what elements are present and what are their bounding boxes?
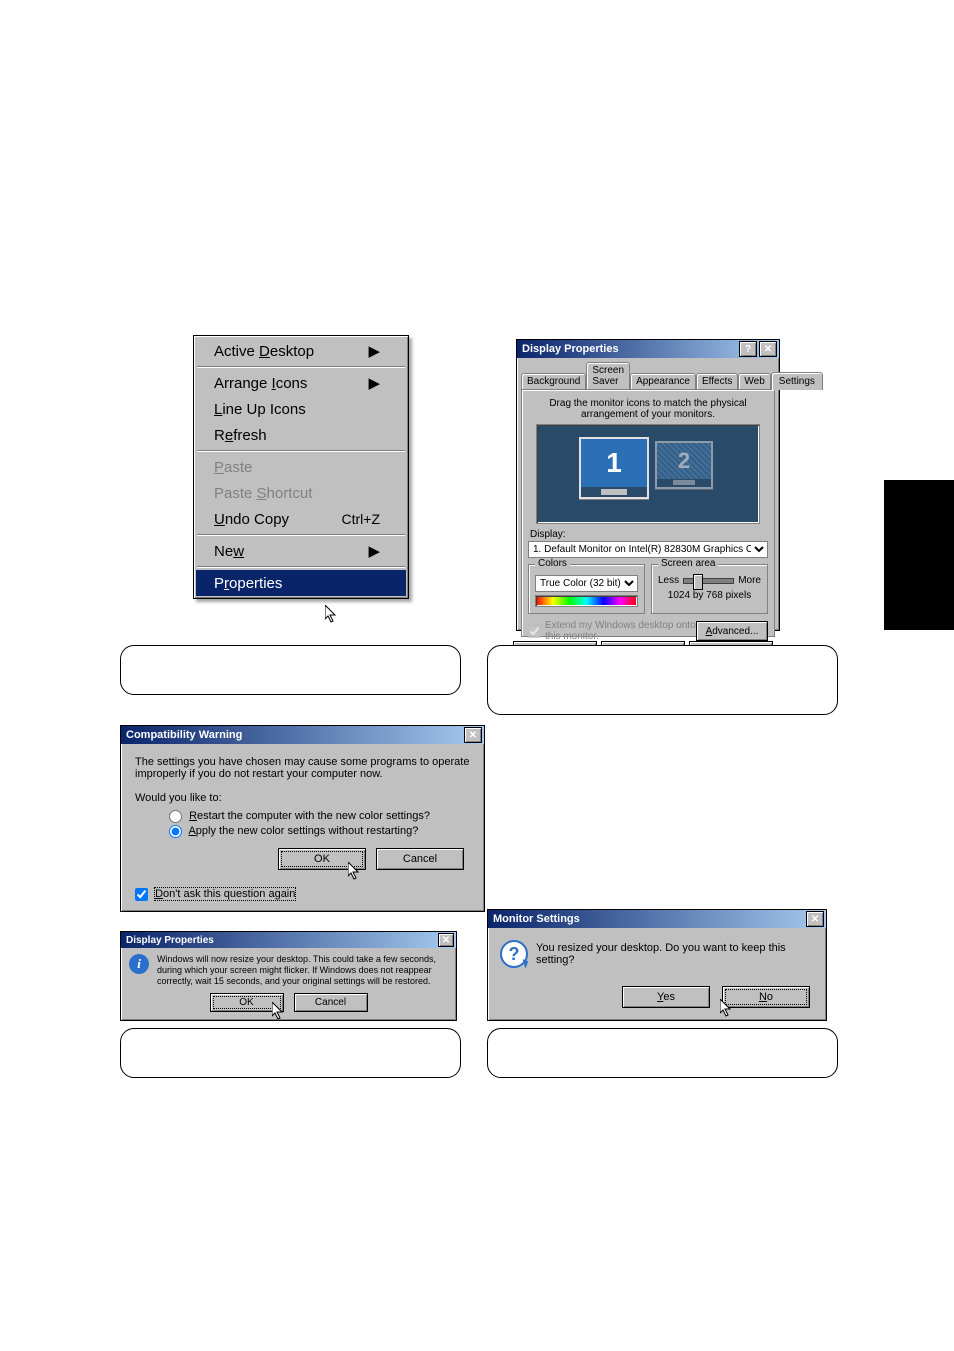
menu-new[interactable]: New▶ — [196, 538, 406, 564]
caption-box-1 — [120, 645, 461, 695]
yes-button[interactable]: Yes — [622, 986, 710, 1008]
caption-box-4 — [487, 1028, 838, 1078]
ok-button[interactable]: OK — [278, 848, 366, 870]
monitor-1[interactable]: 1 — [579, 437, 649, 499]
dont-ask-checkbox[interactable]: Don't ask this question again — [135, 888, 295, 900]
colors-label: Colors — [535, 558, 570, 569]
ok-button[interactable]: OK — [210, 993, 284, 1012]
menu-line-up-icons[interactable]: Line Up Icons — [196, 396, 406, 422]
compatibility-warning-dialog: Compatibility Warning ✕ The settings you… — [120, 725, 485, 912]
question-icon: ? — [500, 940, 526, 966]
close-button[interactable]: ✕ — [464, 727, 482, 743]
help-button[interactable]: ? — [739, 341, 757, 357]
tab-web[interactable]: Web — [738, 373, 770, 389]
display-properties-dialog: Display Properties ? ✕ Background Screen… — [516, 339, 780, 631]
caption-box-2 — [487, 645, 838, 715]
display-dropdown[interactable]: 1. Default Monitor on Intel(R) 82830M Gr… — [528, 541, 768, 558]
color-preview — [535, 595, 638, 607]
title-text: Compatibility Warning — [123, 729, 462, 741]
tab-settings[interactable]: Settings — [771, 372, 823, 390]
titlebar[interactable]: Display Properties ? ✕ — [517, 340, 779, 358]
cursor-icon — [325, 605, 337, 623]
caption-box-3 — [120, 1028, 461, 1078]
menu-separator — [197, 566, 405, 568]
cancel-button[interactable]: Cancel — [294, 993, 368, 1012]
tab-appearance[interactable]: Appearance — [630, 373, 696, 389]
title-text: Display Properties — [519, 343, 737, 355]
close-button[interactable]: ✕ — [438, 933, 454, 947]
slider-thumb[interactable] — [693, 574, 703, 590]
menu-separator — [197, 366, 405, 368]
menu-paste: Paste — [196, 454, 406, 480]
display-label: Display: — [530, 529, 768, 540]
menu-separator — [197, 534, 405, 536]
titlebar[interactable]: Compatibility Warning ✕ — [121, 726, 484, 744]
colors-dropdown[interactable]: True Color (32 bit) — [535, 575, 638, 592]
radio-apply[interactable]: Apply the new color settings without res… — [169, 825, 418, 837]
advanced-button[interactable]: Advanced... — [696, 621, 768, 641]
close-button[interactable]: ✕ — [806, 911, 824, 927]
menu-separator — [197, 450, 405, 452]
menu-refresh[interactable]: Refresh — [196, 422, 406, 448]
cancel-button[interactable]: Cancel — [376, 848, 464, 870]
menu-undo-copy[interactable]: Undo CopyCtrl+Z — [196, 506, 406, 532]
monitor-2[interactable]: 2 — [655, 441, 713, 489]
screen-area-label: Screen area — [658, 558, 718, 569]
prompt-text: Would you like to: — [135, 792, 470, 804]
monitor-settings-message: You resized your desktop. Do you want to… — [536, 940, 814, 966]
title-text: Display Properties — [123, 935, 436, 946]
resize-info-dialog: Display Properties ✕ i Windows will now … — [120, 931, 457, 1021]
resolution-value: 1024 by 768 pixels — [658, 590, 761, 601]
desktop-context-menu[interactable]: Active Desktop▶ Arrange Icons▶ Line Up I… — [193, 335, 409, 599]
menu-paste-shortcut: Paste Shortcut — [196, 480, 406, 506]
tab-effects[interactable]: Effects — [696, 373, 738, 389]
page-edge-tab — [884, 480, 954, 630]
area-less: Less — [658, 575, 679, 586]
extend-desktop-label: Extend my Windows desktop onto this moni… — [545, 620, 696, 642]
warning-text-2: improperly if you do not restart your co… — [135, 768, 470, 780]
settings-panel: Drag the monitor icons to match the phys… — [521, 389, 775, 637]
tab-screensaver[interactable]: Screen Saver — [586, 362, 630, 389]
radio-restart[interactable]: Restart the computer with the new color … — [169, 810, 430, 822]
extend-desktop-checkbox — [528, 625, 541, 638]
titlebar[interactable]: Display Properties ✕ — [121, 932, 456, 948]
monitor-settings-dialog: Monitor Settings ✕ ? You resized your de… — [487, 909, 827, 1021]
titlebar[interactable]: Monitor Settings ✕ — [488, 910, 826, 928]
area-more: More — [738, 575, 761, 586]
monitor-arrangement-area[interactable]: 1 2 — [536, 424, 760, 524]
tab-background[interactable]: Background — [521, 373, 586, 389]
resize-message: Windows will now resize your desktop. Th… — [157, 954, 448, 987]
drag-instruction: Drag the monitor icons to match the phys… — [530, 398, 766, 420]
info-icon: i — [129, 954, 149, 974]
menu-properties[interactable]: Properties — [196, 570, 406, 596]
resolution-slider[interactable] — [683, 578, 734, 584]
menu-arrange-icons[interactable]: Arrange Icons▶ — [196, 370, 406, 396]
menu-active-desktop[interactable]: Active Desktop▶ — [196, 338, 406, 364]
no-button[interactable]: No — [722, 986, 810, 1008]
title-text: Monitor Settings — [490, 913, 804, 925]
close-button[interactable]: ✕ — [759, 341, 777, 357]
tab-strip: Background Screen Saver Appearance Effec… — [521, 362, 779, 389]
warning-text-1: The settings you have chosen may cause s… — [135, 756, 470, 768]
